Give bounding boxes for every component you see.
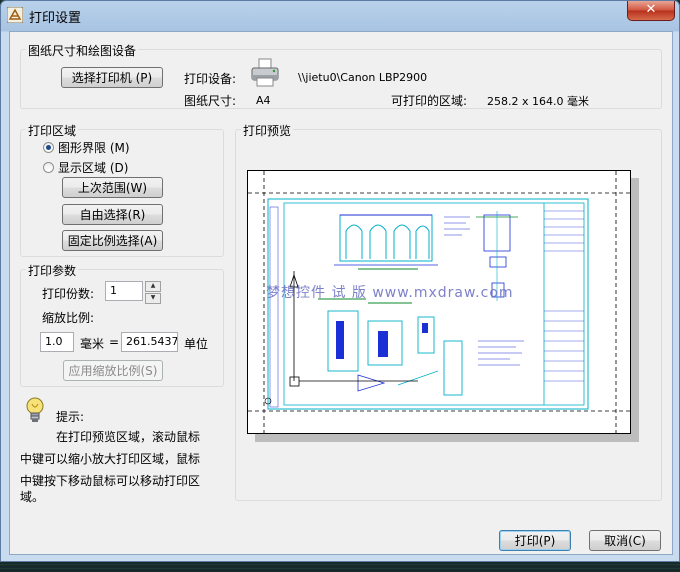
apply-scale-button[interactable]: 应用缩放比例(S) bbox=[63, 360, 163, 381]
dialog-body: 图纸尺寸和绘图设备 选择打印机 (P) 打印设备: \\jietu0\Canon… bbox=[9, 31, 673, 555]
window-title: 打印设置 bbox=[29, 11, 82, 26]
print-params-group-label: 打印参数 bbox=[26, 262, 79, 279]
device-value: \\jietu0\Canon LBP2900 bbox=[298, 71, 428, 84]
copies-spinner[interactable]: ▲ ▼ bbox=[145, 281, 161, 304]
free-select-button[interactable]: 自由选择(R) bbox=[62, 204, 163, 225]
print-preview-group-label: 打印预览 bbox=[241, 122, 294, 139]
lightbulb-icon bbox=[26, 397, 44, 422]
paper-device-group-label: 图纸尺寸和绘图设备 bbox=[26, 42, 139, 59]
unit-label: 单位 bbox=[184, 337, 209, 351]
hint-line-4: 域。 bbox=[20, 490, 45, 504]
app-icon bbox=[7, 7, 23, 23]
select-printer-button[interactable]: 选择打印机 (P) bbox=[61, 67, 163, 88]
scale-label: 缩放比例: bbox=[42, 311, 95, 325]
preview-watermark: 梦想控件 试 版 www.mxdraw.com bbox=[266, 285, 514, 301]
print-settings-dialog: 打印设置 ✕ 图纸尺寸和绘图设备 选择打印机 (P) 打印设备: \\jietu… bbox=[0, 0, 680, 562]
spin-up-icon[interactable]: ▲ bbox=[145, 281, 161, 292]
print-area-group-label: 打印区域 bbox=[26, 122, 79, 139]
cancel-button[interactable]: 取消(C) bbox=[589, 530, 661, 551]
paper-size-value: A4 bbox=[256, 94, 271, 107]
equals-label: = bbox=[109, 335, 120, 349]
printable-area-label: 可打印的区域: bbox=[391, 94, 468, 108]
scale-mm-input[interactable]: 1.0 bbox=[40, 332, 74, 352]
hint-line-1: 在打印预览区域，滚动鼠标 bbox=[56, 430, 201, 444]
preview-drawing[interactable]: 梦想控件 试 版 www.mxdraw.com bbox=[248, 171, 630, 433]
copies-label: 打印份数: bbox=[42, 287, 95, 301]
radio-drawing-limits-label[interactable]: 图形界限 (M) bbox=[58, 139, 130, 156]
radio-display-area[interactable] bbox=[43, 162, 54, 173]
title-bar[interactable]: 打印设置 ✕ bbox=[1, 1, 679, 31]
hint-title: 提示: bbox=[56, 410, 85, 424]
spin-down-icon[interactable]: ▼ bbox=[145, 293, 161, 304]
radio-display-area-label[interactable]: 显示区域 (D) bbox=[58, 159, 128, 176]
radio-drawing-limits[interactable] bbox=[43, 142, 54, 153]
printer-icon bbox=[251, 58, 279, 87]
printable-area-value: 258.2 x 164.0 毫米 bbox=[487, 95, 589, 108]
print-button[interactable]: 打印(P) bbox=[499, 530, 571, 551]
last-range-button[interactable]: 上次范围(W) bbox=[62, 177, 163, 198]
hint-line-3: 中键按下移动鼠标可以移动打印区 bbox=[20, 474, 201, 488]
paper-size-label: 图纸尺寸: bbox=[184, 94, 237, 108]
copies-input[interactable]: 1 bbox=[105, 281, 143, 301]
mm-label: 毫米 bbox=[80, 337, 105, 351]
preview-paper[interactable]: 梦想控件 试 版 www.mxdraw.com bbox=[247, 170, 631, 434]
hint-line-2: 中键可以缩小放大打印区域，鼠标 bbox=[20, 452, 201, 466]
fixed-scale-select-button[interactable]: 固定比例选择(A) bbox=[62, 230, 163, 251]
scale-units-input[interactable]: 261.54378 bbox=[121, 332, 178, 352]
device-label: 打印设备: bbox=[184, 72, 237, 86]
close-button[interactable]: ✕ bbox=[627, 1, 675, 21]
